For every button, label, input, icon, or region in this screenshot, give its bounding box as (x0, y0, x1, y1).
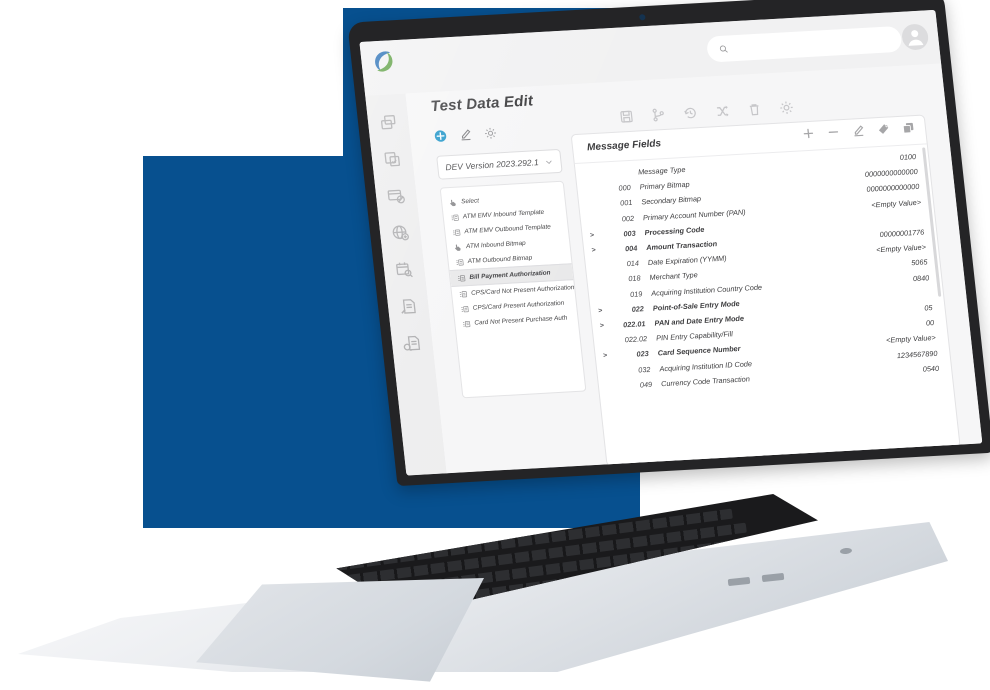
version-dropdown[interactable]: DEV Version 2023.292.1 (436, 148, 563, 180)
list-lines-icon (450, 213, 459, 221)
list-lines-icon (459, 290, 468, 298)
plus-add-icon[interactable] (801, 127, 815, 141)
gear-settings-icon[interactable] (483, 126, 498, 145)
message-field-code: 003 (622, 228, 637, 239)
trash-delete-icon[interactable] (746, 102, 763, 118)
message-field-code: 002 (621, 213, 635, 224)
template-list-item-label: Bill Payment Authorization (469, 269, 551, 281)
message-field-code: 022.02 (624, 334, 648, 345)
message-field-value: <Empty Value> (875, 242, 927, 255)
pencil-edit-icon[interactable] (851, 124, 865, 138)
message-field-code: 022.01 (622, 319, 646, 330)
message-fields-title: Message Fields (586, 138, 662, 154)
main-content-area: Test Data Edit DEV Version 2023.292.1 Se… (405, 63, 983, 474)
laptop-screen: Test Data Edit DEV Version 2023.292.1 Se… (347, 0, 990, 490)
template-list-item-label: ATM Inbound Bitmap (465, 239, 527, 251)
message-fields-list: Message Type 0100 000 Primary Bitmap 0000000… (575, 144, 952, 394)
card-block-icon[interactable] (385, 186, 407, 207)
list-lines-icon (452, 228, 461, 236)
minus-remove-icon[interactable] (826, 125, 840, 139)
company-swirl-logo (367, 46, 400, 78)
template-list-item-label: Card Not Present Purchase Auth (474, 314, 568, 327)
template-list-panel: Select ATM EMV Inbound Template ATM EMV Ou… (439, 180, 587, 399)
search-input[interactable] (733, 34, 885, 54)
message-field-code: 001 (619, 198, 633, 208)
user-avatar[interactable] (901, 23, 930, 50)
message-fields-toolbar (801, 121, 915, 140)
chevron-down-icon (546, 159, 552, 164)
globe-network-icon[interactable] (389, 222, 411, 243)
gear-settings-icon[interactable] (778, 100, 795, 116)
list-lines-icon (460, 305, 469, 313)
history-clock-icon[interactable] (682, 105, 699, 121)
message-field-value: 0000000000000 (866, 182, 920, 195)
template-list-item-label: Select (460, 197, 480, 206)
list-lines-icon (457, 274, 466, 282)
message-field-value: 0540 (922, 363, 940, 374)
message-field-code: 004 (624, 243, 638, 254)
message-field-value: 05 (923, 303, 933, 313)
title-action-bar (433, 126, 498, 147)
message-field-value: 0000000000000 (864, 167, 919, 180)
message-field-value: 00 (925, 318, 935, 328)
document-hand-icon[interactable] (397, 296, 419, 317)
tag-label-icon[interactable] (876, 122, 890, 136)
message-fields-panel: Message Fields Message Type 0100 000 Pri… (570, 114, 961, 467)
message-field-value: <Empty Value> (885, 333, 937, 346)
checklist-document-icon[interactable] (381, 149, 403, 170)
message-field-code: 014 (626, 258, 640, 269)
message-field-value: 1234567890 (896, 348, 938, 360)
template-list-item-label: ATM Outbound Bitmap (467, 254, 533, 266)
select-pointer-icon (454, 243, 463, 251)
laptop-base (0, 470, 990, 690)
version-dropdown-value: DEV Version 2023.292.1 (444, 157, 540, 173)
search-box[interactable] (705, 25, 903, 63)
add-circle-icon[interactable] (433, 129, 448, 148)
application-window: Test Data Edit DEV Version 2023.292.1 Se… (359, 9, 983, 476)
page-title: Test Data Edit (429, 92, 534, 116)
pencil-edit-icon[interactable] (458, 128, 473, 147)
template-list-item-label: CPS/Card Present Authorization (472, 299, 565, 312)
message-field-code: 023 (636, 349, 650, 359)
save-disk-icon[interactable] (618, 109, 635, 125)
message-field-code: 019 (629, 288, 643, 299)
template-list-item-label: ATM EMV Inbound Template (462, 208, 545, 221)
message-field-code (589, 172, 638, 175)
copy-windows-icon[interactable] (377, 112, 399, 133)
list-lines-icon (455, 258, 464, 266)
shuffle-swap-icon[interactable] (714, 103, 731, 119)
branch-merge-icon[interactable] (650, 107, 667, 123)
list-lines-icon (462, 319, 471, 327)
message-field-value: 0840 (912, 272, 930, 283)
copy-duplicate-icon[interactable] (901, 121, 915, 135)
message-field-code: 032 (637, 364, 651, 375)
background-notch-mask (143, 8, 343, 156)
message-field-value: 0100 (899, 152, 917, 162)
template-list-item-label: ATM EMV Outbound Template (464, 223, 552, 236)
message-field-value: 5065 (910, 257, 928, 268)
search-icon (719, 44, 728, 53)
message-field-code: 022 (631, 304, 645, 314)
message-field-code: 018 (627, 273, 642, 284)
calendar-search-icon[interactable] (393, 259, 415, 280)
message-field-value: 00000001776 (879, 227, 925, 240)
message-field-code: 000 (618, 183, 632, 193)
message-field-value: <Empty Value> (870, 197, 922, 210)
select-pointer-icon (449, 198, 458, 206)
document-search-icon[interactable] (401, 333, 423, 354)
message-field-code: 049 (639, 379, 653, 390)
main-toolbar (618, 100, 795, 125)
